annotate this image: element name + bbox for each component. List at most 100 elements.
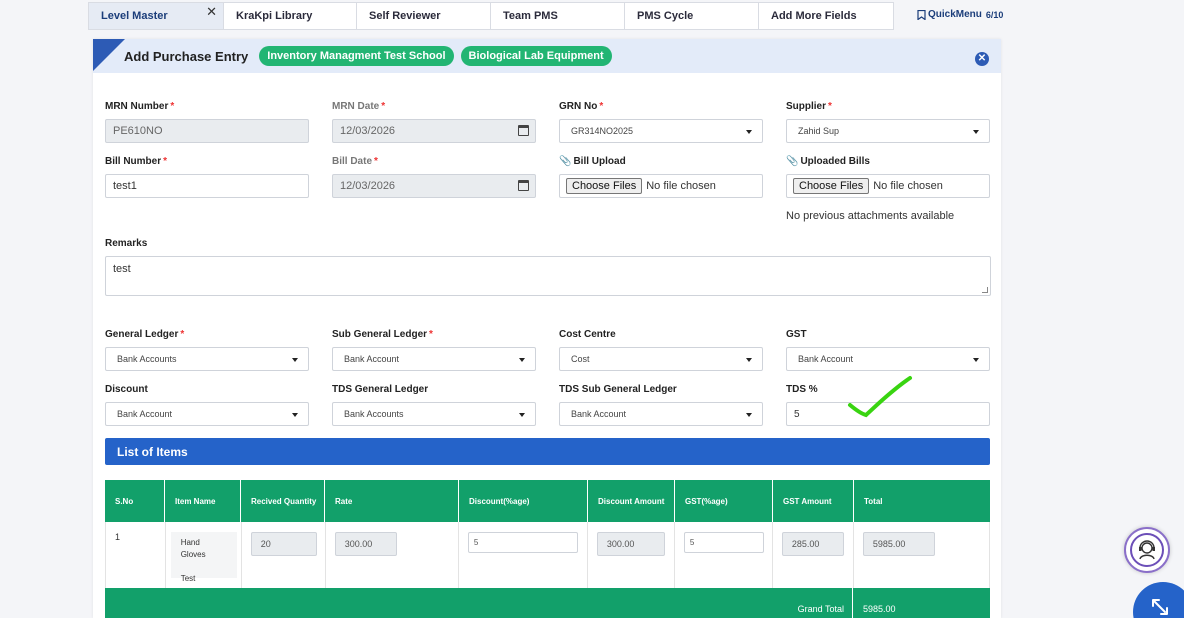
supplier-value: Zahid Sup (798, 126, 840, 136)
cell-item-name: Hand Gloves Test (166, 522, 242, 588)
dropdown-caret-icon (746, 358, 752, 362)
quickmenu-link[interactable]: QuickMenu 6/10 (917, 9, 1003, 20)
bill-date-input: 12/03/2026 (332, 174, 536, 198)
discount-field: Discount Bank Account (105, 384, 309, 426)
tds-general-ledger-value: Bank Accounts (344, 409, 404, 419)
purchase-entry-card: Add Purchase Entry Inventory Managment T… (93, 39, 1001, 618)
tab-team-pms[interactable]: Team PMS (491, 2, 625, 30)
calendar-icon[interactable] (518, 180, 529, 191)
tds-sub-general-ledger-select[interactable]: Bank Account (559, 402, 763, 426)
dropdown-caret-icon (746, 130, 752, 134)
bill-date-label: Bill Date * (332, 156, 378, 167)
item-name-line2: Test (180, 574, 196, 583)
cell-total: 5985.00 (854, 522, 989, 588)
sub-general-ledger-select[interactable]: Bank Account (332, 347, 536, 371)
col-item-name: Item Name (165, 480, 241, 522)
mrn-date-value: 12/03/2026 (340, 125, 396, 137)
card-header: Add Purchase Entry Inventory Managment T… (93, 39, 1001, 73)
mrn-date-field: MRN Date * 12/03/2026 (332, 101, 536, 143)
grn-no-label: GRN No * (559, 101, 604, 112)
sub-general-ledger-field: Sub General Ledger * Bank Account (332, 329, 536, 371)
expand-icon (1152, 599, 1168, 615)
col-total: Total (864, 496, 883, 506)
gst-field: GST Bank Account (786, 329, 990, 371)
bill-number-label: Bill Number * (105, 156, 168, 167)
cell-sno: 1 (106, 522, 166, 588)
supplier-field: Supplier * Zahid Sup (786, 101, 990, 143)
col-discount-pct: Discount(%age) (459, 480, 588, 522)
tab-label: Team PMS (503, 10, 558, 22)
tds-general-ledger-select[interactable]: Bank Accounts (332, 402, 536, 426)
uploaded-bills-input[interactable]: Choose Files No file chosen (786, 174, 990, 198)
tds-general-ledger-label: TDS General Ledger (332, 384, 429, 395)
support-agent-icon (1130, 533, 1164, 567)
tab-label: Level Master (101, 10, 168, 22)
discount-select[interactable]: Bank Account (105, 402, 309, 426)
cell-rate: 300.00 (326, 522, 459, 588)
general-ledger-value: Bank Accounts (117, 354, 177, 364)
tab-add-more-fields[interactable]: Add More Fields (759, 2, 894, 30)
cost-centre-field: Cost Centre Cost (559, 329, 763, 371)
general-ledger-select[interactable]: Bank Accounts (105, 347, 309, 371)
qty-input: 20 (250, 532, 317, 556)
quickmenu-count: 6/10 (985, 9, 1004, 20)
rate-input: 300.00 (334, 532, 397, 556)
tab-self-reviewer[interactable]: Self Reviewer (357, 2, 491, 30)
tab-krakpi-library[interactable]: KraKpi Library (224, 2, 357, 30)
remarks-textarea[interactable]: test (105, 256, 991, 296)
dropdown-caret-icon (292, 358, 298, 362)
mrn-number-label: MRN Number * (105, 101, 175, 112)
grn-no-select[interactable]: GR314NO2025 (559, 119, 763, 143)
discount-pct-input[interactable]: 5 (467, 532, 578, 553)
gst-value: Bank Account (798, 354, 854, 364)
remarks-value: test (113, 263, 131, 275)
cost-centre-value: Cost (571, 354, 590, 364)
mrn-number-field: MRN Number * PE610NO (105, 101, 309, 143)
bill-number-input[interactable]: test1 (105, 174, 309, 198)
gst-pct-input[interactable]: 5 (683, 532, 764, 553)
tab-label: KraKpi Library (236, 10, 313, 22)
col-sno: S.No (105, 480, 165, 522)
bill-upload-label: 📎 Bill Upload (559, 156, 626, 167)
calendar-icon[interactable] (518, 125, 529, 136)
supplier-select[interactable]: Zahid Sup (786, 119, 990, 143)
choose-files-button[interactable]: Choose Files (566, 178, 643, 194)
paperclip-icon: 📎 (786, 156, 799, 167)
close-icon[interactable]: ✕ (975, 52, 989, 66)
dropdown-caret-icon (746, 413, 752, 417)
category-badge: Biological Lab Equipment (460, 46, 612, 66)
sub-general-ledger-value: Bank Account (344, 354, 400, 364)
checkmark-icon (848, 376, 912, 418)
support-button[interactable] (1124, 527, 1170, 573)
tab-level-master[interactable]: Level Master ✕ (88, 2, 224, 30)
tds-sub-general-ledger-field: TDS Sub General Ledger Bank Account (559, 384, 763, 426)
expand-button[interactable] (1133, 582, 1184, 618)
file-status: No file chosen (873, 180, 943, 192)
mrn-number-input: PE610NO (105, 119, 309, 143)
dropdown-caret-icon (519, 358, 525, 362)
cost-centre-select[interactable]: Cost (559, 347, 763, 371)
mrn-date-input: 12/03/2026 (332, 119, 536, 143)
gst-select[interactable]: Bank Account (786, 347, 990, 371)
tab-label: PMS Cycle (637, 10, 694, 22)
paperclip-icon: 📎 (559, 156, 572, 167)
tds-sub-general-ledger-value: Bank Account (571, 409, 627, 419)
cell-gst-pct: 5 (675, 522, 773, 588)
choose-files-button[interactable]: Choose Files (793, 178, 870, 194)
quickmenu-label: QuickMenu (928, 9, 982, 20)
tab-label: Self Reviewer (369, 10, 441, 22)
sub-general-ledger-label: Sub General Ledger * (332, 329, 433, 340)
tab-pms-cycle[interactable]: PMS Cycle (625, 2, 759, 30)
school-badge: Inventory Managment Test School (259, 46, 454, 66)
discount-label: Discount (105, 384, 148, 395)
bill-upload-input[interactable]: Choose Files No file chosen (559, 174, 763, 198)
tds-general-ledger-field: TDS General Ledger Bank Accounts (332, 384, 536, 426)
close-tab-icon[interactable]: ✕ (206, 4, 217, 20)
gst-amount-input: 285.00 (781, 532, 844, 556)
cell-discount-amount: 300.00 (588, 522, 675, 588)
tab-label: Add More Fields (771, 10, 857, 22)
cell-gst-amount: 285.00 (773, 522, 854, 588)
resize-handle[interactable] (982, 287, 988, 293)
grn-no-value: GR314NO2025 (571, 126, 634, 136)
items-table: S.No Item Name Recived Quantity Rate Dis… (105, 480, 990, 618)
